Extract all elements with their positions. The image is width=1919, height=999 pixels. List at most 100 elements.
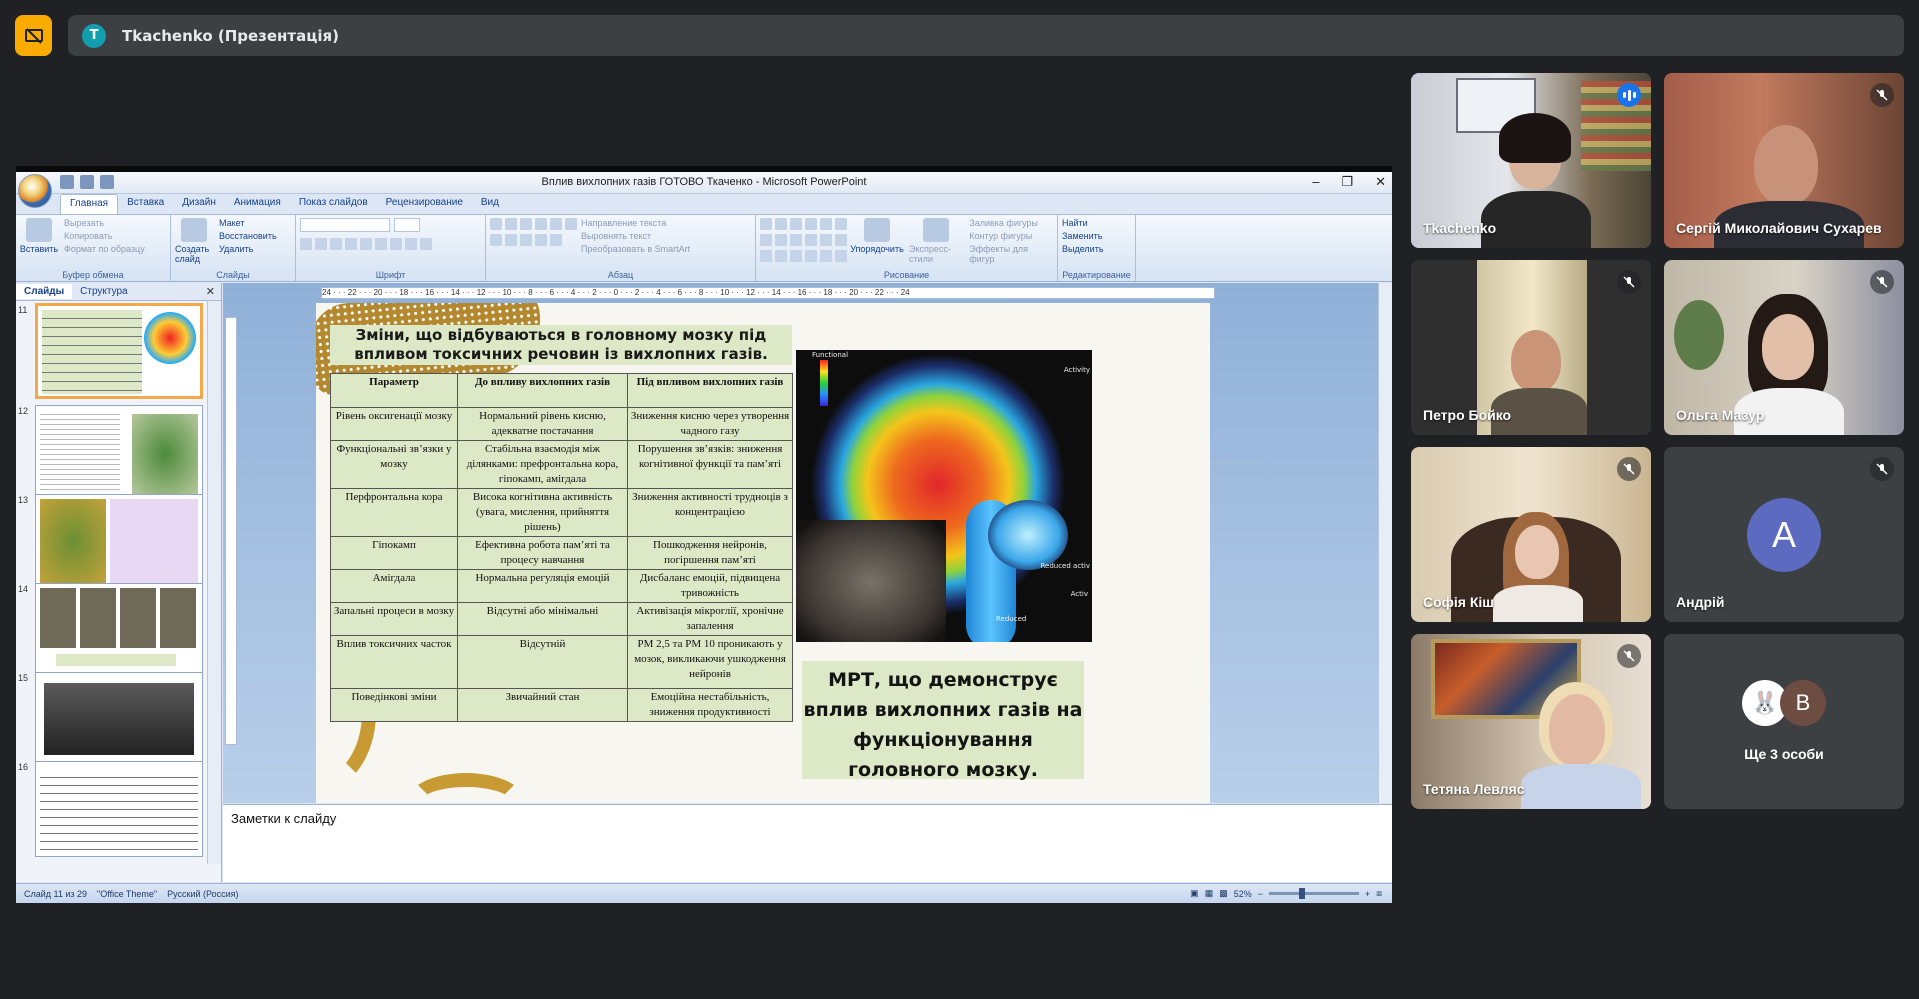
- participant-body: [1521, 764, 1641, 809]
- table-cell: Нормальний рівень кисню, адекватне поста…: [457, 407, 628, 441]
- cut-button[interactable]: Вырезать: [64, 218, 145, 228]
- slide-scrollbar[interactable]: [1378, 283, 1392, 803]
- shape-outline-button[interactable]: Контур фигуры: [969, 231, 1053, 241]
- minimize-icon[interactable]: –: [1312, 174, 1319, 190]
- font-name-select[interactable]: [300, 218, 390, 232]
- sorter-view-icon[interactable]: ▦: [1205, 888, 1214, 899]
- more-participants-tile[interactable]: 🐰 В Ще 3 особи: [1664, 634, 1904, 809]
- tab-home[interactable]: Главная: [60, 194, 119, 214]
- tab-review[interactable]: Рецензирование: [377, 194, 472, 214]
- close-icon[interactable]: ✕: [1375, 174, 1386, 190]
- new-slide-button[interactable]: Создать слайд: [175, 218, 213, 264]
- tab-animation[interactable]: Анимация: [225, 194, 290, 214]
- paste-icon: [26, 218, 52, 242]
- table-cell: Гіпокамп: [330, 536, 458, 570]
- slide-number: 13: [18, 495, 29, 505]
- list-icons: [490, 218, 577, 230]
- current-slide[interactable]: Зміни, що відбуваються в головному мозку…: [316, 303, 1210, 803]
- shapes-gallery[interactable]: [760, 218, 847, 230]
- table-cell: Функціональні зв’язки у мозку: [330, 440, 458, 489]
- slide-number: 11: [18, 305, 28, 315]
- select-button[interactable]: Выделить: [1062, 244, 1131, 254]
- shape-effects-button[interactable]: Эффекты для фигур: [969, 244, 1053, 264]
- mic-off-icon: [1870, 83, 1894, 107]
- normal-view-icon[interactable]: ▣: [1190, 888, 1199, 899]
- tab-slideshow[interactable]: Показ слайдов: [290, 194, 377, 214]
- ribbon-tabs: Главная Вставка Дизайн Анимация Показ сл…: [60, 194, 508, 214]
- paragraph-label: Абзац: [607, 270, 634, 280]
- mri-label-activ: Activ: [1070, 590, 1088, 598]
- table-row: Гіпокамп Ефективна робота пам’яті та про…: [330, 536, 793, 570]
- slide-number: 12: [18, 406, 29, 416]
- slide-thumbnails: 11 12 13 14 15 16: [16, 301, 221, 882]
- fit-slide-icon[interactable]: ⧈: [1376, 888, 1382, 899]
- smartart-button[interactable]: Преобразовать в SmartArt: [581, 244, 690, 254]
- table-row: Перфронтальна кора Висока когнітивна акт…: [330, 488, 793, 537]
- text-direction-button[interactable]: Направление текста: [581, 218, 690, 228]
- slides-pane-scrollbar[interactable]: [207, 301, 221, 864]
- table-cell: Нормальна регуляція емоцій: [457, 569, 628, 603]
- table-header: Під впливом вихлопних газів: [627, 373, 793, 408]
- vertical-ruler: [225, 317, 237, 745]
- replace-button[interactable]: Заменить: [1062, 231, 1131, 241]
- mic-off-icon: [1617, 457, 1641, 481]
- paste-button[interactable]: Вставить: [20, 218, 58, 254]
- participant-tile-tkachenko[interactable]: Tkachenko: [1411, 73, 1651, 248]
- presentation-icon[interactable]: [15, 15, 52, 56]
- format-painter-button[interactable]: Формат по образцу: [64, 244, 145, 254]
- slideshow-view-icon[interactable]: ▩: [1219, 888, 1228, 899]
- quick-styles-button[interactable]: Экспресс-стили: [909, 218, 963, 266]
- restore-icon[interactable]: ❐: [1341, 174, 1353, 190]
- ribbon: Вставить Вырезать Копировать Формат по о…: [16, 214, 1392, 282]
- slide-heading: Зміни, що відбуваються в головному мозку…: [330, 325, 792, 365]
- tab-design[interactable]: Дизайн: [173, 194, 225, 214]
- clipboard-label: Буфер обмена: [62, 270, 124, 280]
- slide-thumbnail-16[interactable]: [35, 761, 203, 857]
- delete-button[interactable]: Удалить: [219, 244, 277, 254]
- table-row: Запальні процеси в мозку Відсутні або мі…: [330, 602, 793, 636]
- align-text-button[interactable]: Выровнять текст: [581, 231, 690, 241]
- language-indicator[interactable]: Русский (Россия): [167, 889, 238, 899]
- arrange-button[interactable]: Упорядочить: [850, 218, 904, 266]
- zoom-out-icon[interactable]: −: [1258, 889, 1263, 899]
- comparison-table: Параметр До впливу вихлопних газів Під в…: [330, 373, 793, 722]
- participant-tile-boiko[interactable]: Петро Бойко: [1411, 260, 1651, 435]
- slide-thumbnail-12[interactable]: [35, 405, 203, 501]
- slide-thumbnail-11[interactable]: [35, 303, 203, 399]
- mri-label-activity: Activity: [1063, 366, 1090, 374]
- tab-outline[interactable]: Структура: [72, 284, 135, 299]
- shape-fill-button[interactable]: Заливка фигуры: [969, 218, 1053, 228]
- copy-button[interactable]: Копировать: [64, 231, 145, 241]
- zoom-level[interactable]: 52%: [1234, 889, 1252, 899]
- mri-label-reduced: Reduced: [996, 615, 1027, 623]
- slide-number: 14: [18, 584, 29, 594]
- participant-tile-andrii[interactable]: А Андрій: [1664, 447, 1904, 622]
- participant-tile-kish[interactable]: Софія Кіш: [1411, 447, 1651, 622]
- find-button[interactable]: Найти: [1062, 218, 1131, 228]
- slide-thumbnail-14[interactable]: [35, 583, 203, 679]
- mic-off-icon: [1617, 270, 1641, 294]
- slide-thumbnail-15[interactable]: [35, 672, 203, 768]
- tab-slides[interactable]: Слайды: [16, 284, 73, 299]
- window-controls: – ❐ ✕: [1312, 174, 1386, 190]
- participant-tile-levlias[interactable]: Тетяна Левляс: [1411, 634, 1651, 809]
- zoom-slider[interactable]: [1269, 888, 1359, 899]
- paragraph-group: Направление текста Выровнять текст Преоб…: [486, 215, 756, 281]
- presentation-bar[interactable]: T Tkachenko (Презентація): [68, 15, 1904, 56]
- participant-tile-mazur[interactable]: Ольга Мазур: [1664, 260, 1904, 435]
- slide-thumbnail-13[interactable]: [35, 494, 203, 590]
- participant-tile-sukharev[interactable]: Сергій Миколайович Сухарев: [1664, 73, 1904, 248]
- close-pane-icon[interactable]: ✕: [206, 285, 215, 298]
- office-button[interactable]: [18, 174, 52, 208]
- table-cell: Дисбаланс емоцій, підвищена тривожність: [627, 569, 793, 603]
- zoom-in-icon[interactable]: +: [1365, 889, 1370, 899]
- slides-group: Создать слайд Макет Восстановить Удалить…: [171, 215, 296, 281]
- tab-insert[interactable]: Вставка: [118, 194, 173, 214]
- drawing-group: Упорядочить Экспресс-стили Заливка фигур…: [756, 215, 1058, 281]
- tab-view[interactable]: Вид: [472, 194, 508, 214]
- reset-button[interactable]: Восстановить: [219, 231, 277, 241]
- more-participants-label: Ще 3 особи: [1744, 746, 1824, 762]
- slide-notes[interactable]: Заметки к слайду: [223, 804, 1392, 882]
- font-size-select[interactable]: [394, 218, 420, 232]
- layout-button[interactable]: Макет: [219, 218, 277, 228]
